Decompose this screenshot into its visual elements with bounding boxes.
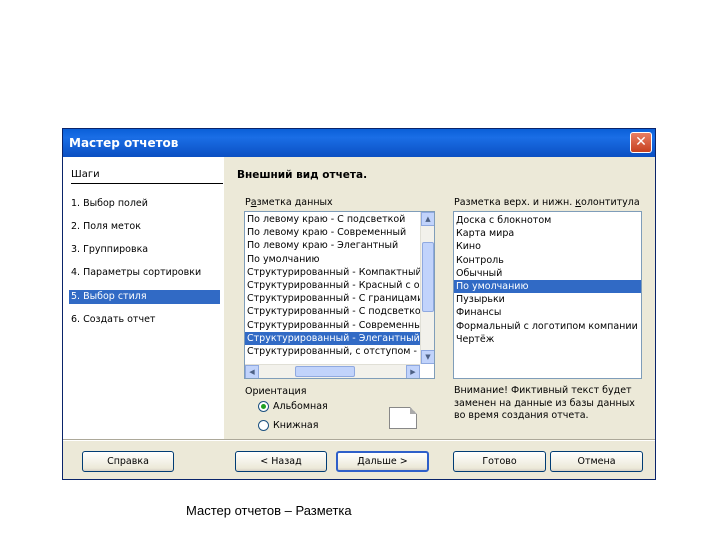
step-create-report[interactable]: 6. Создать отчет	[69, 313, 220, 327]
list-item[interactable]: По левому краю - Элегантный	[245, 239, 420, 252]
window-title: Мастер отчетов	[69, 136, 179, 150]
steps-title: Шаги	[71, 169, 223, 184]
list-item[interactable]: По левому краю - С подсветкой	[245, 213, 420, 226]
data-layout-hscrollbar[interactable]: ◀ ▶	[245, 364, 420, 378]
back-button[interactable]: < Назад	[235, 451, 327, 472]
list-item[interactable]: Структурированный - Современный	[245, 319, 420, 332]
header-footer-list[interactable]: Доска с блокнотом Карта мира Кино Контро…	[453, 211, 642, 379]
step-label-fields[interactable]: 2. Поля меток	[69, 220, 220, 234]
data-layout-label: Разметка данных	[245, 197, 333, 208]
radio-unchecked-icon[interactable]	[258, 420, 269, 431]
list-item-selected[interactable]: По умолчанию	[454, 279, 641, 294]
list-item[interactable]: Кино	[454, 240, 641, 253]
radio-checked-icon[interactable]	[258, 401, 269, 412]
steps-pane: Шаги 1. Выбор полей 2. Поля меток 3. Гру…	[63, 157, 224, 439]
scroll-thumb[interactable]	[422, 242, 434, 312]
scroll-right-icon[interactable]: ▶	[406, 365, 420, 378]
orientation-landscape[interactable]: Альбомная	[258, 401, 328, 412]
list-item[interactable]: Пузырьки	[454, 293, 641, 306]
orientation-label: Ориентация	[245, 386, 307, 397]
close-button[interactable]: ✕	[630, 132, 652, 153]
step-sort-options[interactable]: 4. Параметры сортировки	[69, 266, 220, 280]
list-item[interactable]: Чертёж	[454, 333, 641, 346]
step-choose-layout[interactable]: 5. Выбор стиля	[69, 290, 220, 304]
title-bar: Мастер отчетов ✕	[63, 129, 655, 157]
separator	[63, 439, 655, 441]
scroll-up-icon[interactable]: ▲	[421, 212, 434, 226]
orientation-portrait[interactable]: Книжная	[258, 420, 318, 431]
list-item[interactable]: Обычный	[454, 267, 641, 280]
scroll-down-icon[interactable]: ▼	[421, 350, 434, 364]
list-item[interactable]: Структурированный - Компактный	[245, 266, 420, 279]
list-item[interactable]: По умолчанию	[245, 253, 420, 266]
data-layout-list[interactable]: По левому краю - С подсветкой По левому …	[244, 211, 435, 379]
list-item[interactable]: Структурированный - С подсветкой	[245, 305, 420, 318]
list-item[interactable]: Структурированный, с отступом -	[245, 345, 420, 358]
radio-label: Книжная	[273, 420, 319, 431]
page-orientation-icon	[389, 407, 417, 429]
slide-caption: Мастер отчетов – Разметка	[186, 503, 352, 518]
list-item[interactable]: Финансы	[454, 306, 641, 319]
cancel-button[interactable]: Отмена	[550, 451, 643, 472]
hscroll-thumb[interactable]	[295, 366, 355, 377]
step-select-fields[interactable]: 1. Выбор полей	[69, 197, 220, 211]
list-item[interactable]: По левому краю - Современный	[245, 226, 420, 239]
section-heading: Внешний вид отчета.	[237, 169, 368, 181]
list-item[interactable]: Структурированный - С границами	[245, 292, 420, 305]
list-item[interactable]: Карта мира	[454, 227, 641, 240]
data-layout-vscrollbar[interactable]: ▲ ▼	[420, 212, 434, 364]
list-item[interactable]: Формальный с логотипом компании	[454, 320, 641, 333]
finish-button[interactable]: Готово	[453, 451, 546, 472]
scroll-left-icon[interactable]: ◀	[245, 365, 259, 378]
header-footer-label: Разметка верх. и нижн. колонтитула	[454, 197, 640, 208]
next-button[interactable]: Дальше >	[336, 451, 429, 472]
list-item[interactable]: Структурированный - Красный с о	[245, 279, 420, 292]
list-item[interactable]: Доска с блокнотом	[454, 214, 641, 227]
placeholder-note: Внимание! Фиктивный текст будет заменен …	[454, 385, 635, 421]
list-item-selected[interactable]: Структурированный - Элегантный	[245, 331, 420, 345]
radio-label: Альбомная	[273, 401, 328, 412]
help-button[interactable]: Справка	[82, 451, 174, 472]
close-icon: ✕	[635, 134, 647, 150]
report-wizard-dialog: Мастер отчетов ✕ Шаги 1. Выбор полей 2. …	[62, 128, 656, 480]
step-grouping[interactable]: 3. Группировка	[69, 243, 220, 257]
list-item[interactable]: Контроль	[454, 254, 641, 267]
